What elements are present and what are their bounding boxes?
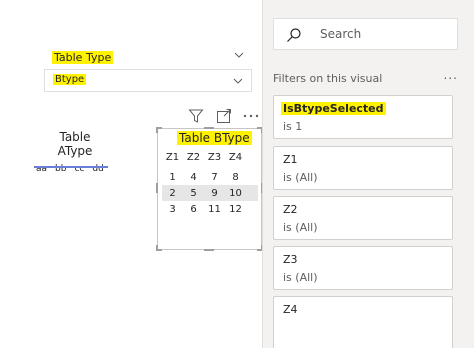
- filter-card-name: Z2: [283, 203, 298, 216]
- table-row[interactable]: 3 6 11 12: [162, 201, 258, 217]
- visual-header-icons: [186, 108, 264, 126]
- slicer-title: Table Type: [52, 51, 114, 64]
- focus-mode-icon[interactable]: [216, 108, 232, 124]
- table-atype-title: Table AType: [57, 130, 93, 158]
- table-row[interactable]: 1 4 7 8: [162, 169, 258, 185]
- slicer-header[interactable]: Table Type: [44, 46, 252, 70]
- resize-handle[interactable]: [156, 245, 158, 251]
- filter-card-condition: is (All): [283, 271, 318, 284]
- filter-card-z2[interactable]: Z2 is (All): [273, 196, 453, 240]
- filter-card-isbtypeselected[interactable]: IsBtypeSelected is 1: [273, 95, 453, 139]
- column-header[interactable]: Z2: [183, 152, 204, 163]
- filter-card-z1[interactable]: Z1 is (All): [273, 146, 453, 190]
- column-header[interactable]: Z3: [204, 152, 225, 163]
- filter-card-condition: is (All): [283, 221, 318, 234]
- table-cell: 10: [229, 187, 242, 199]
- resize-handle[interactable]: [204, 249, 214, 251]
- table-cell: 6: [190, 203, 197, 215]
- resize-handle[interactable]: [156, 127, 158, 133]
- filter-card-z3[interactable]: Z3 is (All): [273, 246, 453, 290]
- slicer-selected-value: Btype: [53, 74, 87, 85]
- table-btype-title: Table BType: [177, 131, 252, 145]
- table-cell: 8: [232, 171, 239, 183]
- filter-icon[interactable]: [188, 108, 204, 124]
- table-cell: 9: [211, 187, 218, 199]
- filter-card-name: Z4: [283, 303, 298, 316]
- table-cell: 1: [169, 171, 176, 183]
- filter-card-name: IsBtypeSelected: [281, 102, 386, 115]
- more-options-icon[interactable]: [242, 112, 260, 120]
- filters-pane: Search Filters on this visual ... IsBtyp…: [262, 0, 474, 348]
- resize-handle[interactable]: [204, 127, 214, 129]
- filters-section-title: Filters on this visual: [273, 72, 383, 85]
- table-type-slicer[interactable]: Table Type Btype: [44, 46, 252, 92]
- column-header[interactable]: Z1: [162, 152, 183, 163]
- chevron-down-icon[interactable]: [234, 50, 244, 60]
- search-input[interactable]: Search: [320, 27, 361, 41]
- more-options-icon[interactable]: ...: [444, 68, 458, 82]
- slicer-dropdown[interactable]: Btype: [44, 70, 252, 92]
- table-cell: 12: [229, 203, 242, 215]
- search-box[interactable]: Search: [273, 18, 458, 50]
- search-icon: [287, 28, 301, 42]
- table-cell: 3: [169, 203, 176, 215]
- table-row[interactable]: 2 5 9 10: [162, 185, 258, 201]
- table-btype-grid: Z1 Z2 Z3 Z4 1 4 7 8 2 5 9 10 3 6 11 12: [162, 149, 258, 217]
- table-cell: 11: [208, 203, 221, 215]
- filter-card-condition: is (All): [283, 171, 318, 184]
- resize-handle[interactable]: [156, 183, 158, 193]
- filter-card-name: Z3: [283, 253, 298, 266]
- chevron-down-icon[interactable]: [233, 76, 243, 86]
- table-btype-visual[interactable]: Table BType Z1 Z2 Z3 Z4 1 4 7 8 2 5 9 10…: [156, 127, 263, 251]
- table-header-row: Z1 Z2 Z3 Z4: [162, 149, 258, 165]
- table-cell: 7: [211, 171, 218, 183]
- table-cell: 5: [190, 187, 197, 199]
- table-cell: 2: [169, 187, 176, 199]
- filter-card-z4[interactable]: Z4: [273, 296, 453, 348]
- column-header[interactable]: Z4: [225, 152, 246, 163]
- filter-card-condition: is 1: [283, 120, 303, 133]
- scroll-indicator: [34, 166, 108, 168]
- filter-card-name: Z1: [283, 153, 298, 166]
- table-cell: 4: [190, 171, 197, 183]
- table-atype-visual[interactable]: Table AType aa bb cc dd: [34, 130, 108, 174]
